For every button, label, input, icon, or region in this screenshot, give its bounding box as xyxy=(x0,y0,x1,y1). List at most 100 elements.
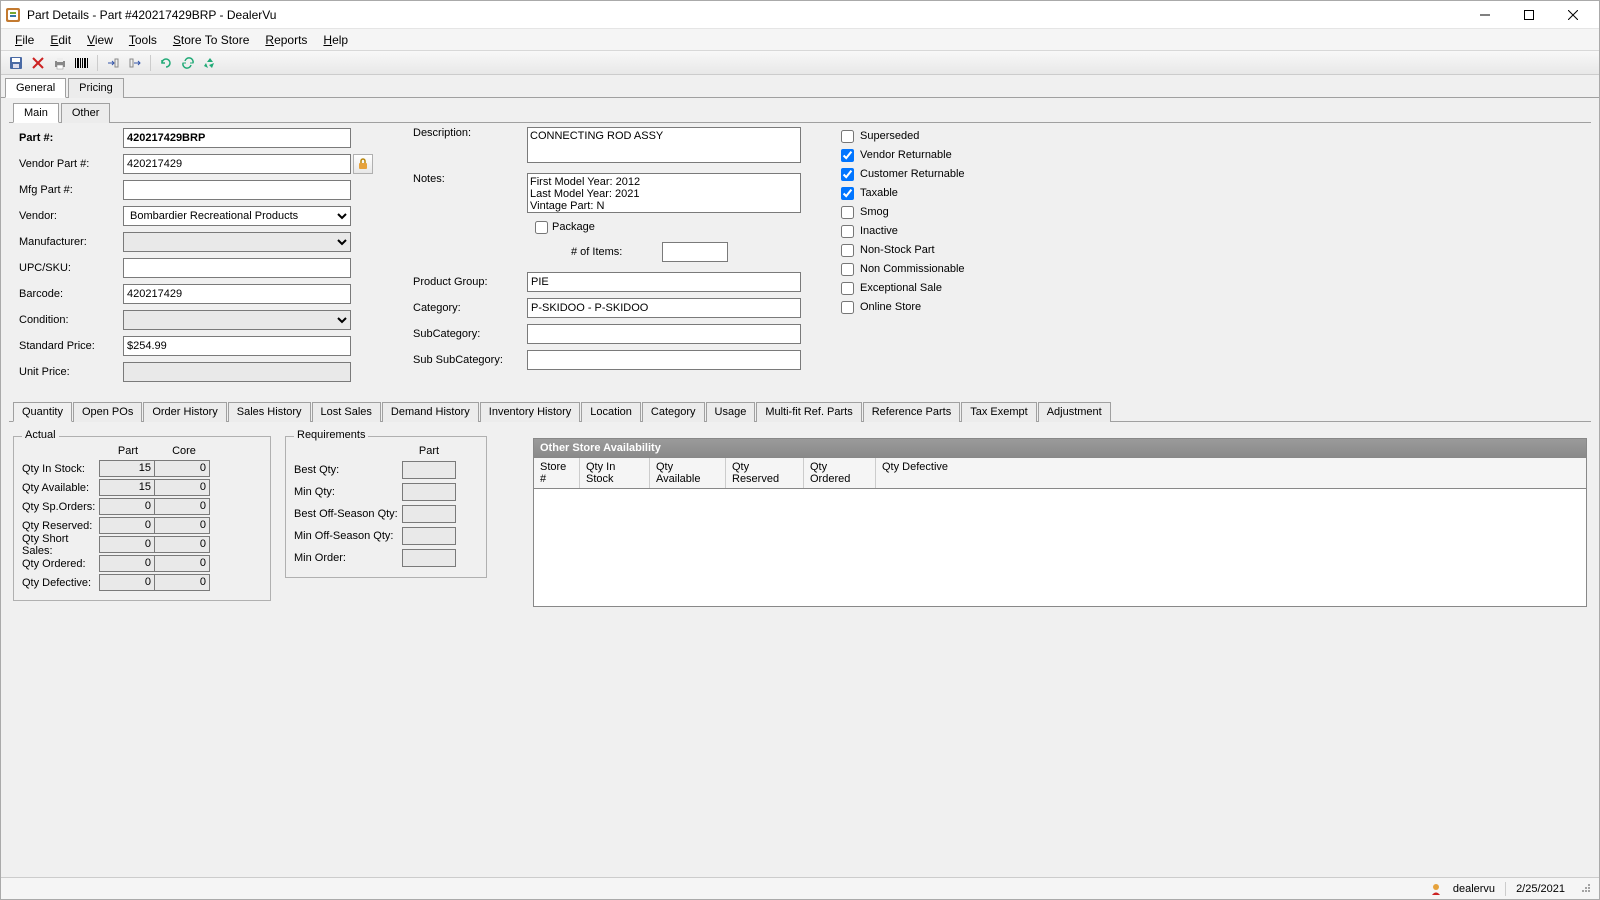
requirements-row: Min Order: xyxy=(294,547,478,569)
notes-input[interactable]: First Model Year: 2012 Last Model Year: … xyxy=(527,173,801,213)
req-value[interactable] xyxy=(402,483,456,501)
menu-store-to-store[interactable]: Store To Store xyxy=(165,31,258,49)
label-inactive: Inactive xyxy=(860,225,898,237)
unit-price-input[interactable] xyxy=(123,362,351,382)
nonstock-checkbox[interactable] xyxy=(841,244,854,257)
actual-head-part: Part xyxy=(100,445,156,459)
manufacturer-select[interactable] xyxy=(123,232,351,252)
menu-edit[interactable]: Edit xyxy=(42,31,79,49)
actual-row-label: Qty Ordered: xyxy=(22,558,100,570)
condition-select[interactable] xyxy=(123,310,351,330)
label-category: Category: xyxy=(413,302,527,314)
toolbar xyxy=(1,51,1599,75)
actual-row: Qty Defective:00 xyxy=(22,573,262,592)
req-value[interactable] xyxy=(402,461,456,479)
requirements-row: Best Qty: xyxy=(294,459,478,481)
lock-button[interactable] xyxy=(353,154,373,174)
package-checkbox[interactable] xyxy=(535,221,548,234)
customer-ret-checkbox[interactable] xyxy=(841,168,854,181)
subtab-multifit[interactable]: Multi-fit Ref. Parts xyxy=(756,402,861,422)
avail-col-defective[interactable]: Qty Defective xyxy=(876,458,1586,488)
label-part-no: Part #: xyxy=(19,132,123,144)
quantity-area: Actual Part Core Qty In Stock:150Qty Ava… xyxy=(9,422,1591,615)
app-icon xyxy=(5,7,21,23)
req-value[interactable] xyxy=(402,527,456,545)
tab-general[interactable]: General xyxy=(5,78,66,98)
subsubcategory-input[interactable] xyxy=(527,350,801,370)
subtab-sales-history[interactable]: Sales History xyxy=(228,402,311,422)
avail-col-reserved[interactable]: Qty Reserved xyxy=(726,458,804,488)
subtab-adjustment[interactable]: Adjustment xyxy=(1038,402,1111,422)
close-button[interactable] xyxy=(1551,1,1595,29)
tab-other[interactable]: Other xyxy=(61,103,111,123)
subtab-category[interactable]: Category xyxy=(642,402,705,422)
delete-icon[interactable] xyxy=(29,54,47,72)
avail-col-available[interactable]: Qty Available xyxy=(650,458,726,488)
req-label: Best Qty: xyxy=(294,464,402,476)
label-vendor-ret: Vendor Returnable xyxy=(860,149,952,161)
avail-col-instock[interactable]: Qty In Stock xyxy=(580,458,650,488)
subtab-lost-sales[interactable]: Lost Sales xyxy=(312,402,381,422)
tab-main[interactable]: Main xyxy=(13,103,59,123)
vendor-select[interactable]: Bombardier Recreational Products xyxy=(123,206,351,226)
actual-row: Qty Available:150 xyxy=(22,478,262,497)
subtab-usage[interactable]: Usage xyxy=(706,402,756,422)
req-value[interactable] xyxy=(402,549,456,567)
subtab-tax-exempt[interactable]: Tax Exempt xyxy=(961,402,1036,422)
online-checkbox[interactable] xyxy=(841,301,854,314)
save-icon[interactable] xyxy=(7,54,25,72)
barcode-icon[interactable] xyxy=(73,54,91,72)
subtab-inventory-history[interactable]: Inventory History xyxy=(480,402,581,422)
subcategory-input[interactable] xyxy=(527,324,801,344)
menu-help[interactable]: Help xyxy=(315,31,356,49)
statusbar: dealervu 2/25/2021 xyxy=(1,877,1599,899)
barcode-input[interactable] xyxy=(123,284,351,304)
noncomm-checkbox[interactable] xyxy=(841,263,854,276)
description-input[interactable]: CONNECTING ROD ASSY xyxy=(527,127,801,163)
availability-body xyxy=(533,489,1587,607)
std-price-input[interactable] xyxy=(123,336,351,356)
subtab-demand-history[interactable]: Demand History xyxy=(382,402,479,422)
requirements-legend: Requirements xyxy=(294,429,368,441)
subtab-order-history[interactable]: Order History xyxy=(143,402,226,422)
sub-tabs: Quantity Open POs Order History Sales Hi… xyxy=(9,397,1591,422)
subtab-reference-parts[interactable]: Reference Parts xyxy=(863,402,960,422)
menu-file[interactable]: File xyxy=(7,31,42,49)
actual-core-value: 0 xyxy=(154,517,210,534)
exceptional-checkbox[interactable] xyxy=(841,282,854,295)
req-value[interactable] xyxy=(402,505,456,523)
resize-grip-icon[interactable] xyxy=(1579,881,1591,896)
tab-pricing[interactable]: Pricing xyxy=(68,78,124,98)
upc-input[interactable] xyxy=(123,258,351,278)
superseded-checkbox[interactable] xyxy=(841,130,854,143)
recycle-icon[interactable] xyxy=(201,54,219,72)
minimize-button[interactable] xyxy=(1463,1,1507,29)
product-group-input[interactable] xyxy=(527,272,801,292)
refresh-icon[interactable] xyxy=(157,54,175,72)
vendor-ret-checkbox[interactable] xyxy=(841,149,854,162)
print-icon[interactable] xyxy=(51,54,69,72)
label-std-price: Standard Price: xyxy=(19,340,123,352)
subtab-quantity[interactable]: Quantity xyxy=(13,402,72,422)
num-items-input[interactable] xyxy=(662,242,728,262)
avail-col-store[interactable]: Store # xyxy=(534,458,580,488)
toolbar-separator xyxy=(150,55,151,71)
menu-view[interactable]: View xyxy=(79,31,121,49)
nav-in-icon[interactable] xyxy=(104,54,122,72)
sync-icon[interactable] xyxy=(179,54,197,72)
avail-col-ordered[interactable]: Qty Ordered xyxy=(804,458,876,488)
vendor-part-input[interactable] xyxy=(123,154,351,174)
actual-rows: Qty In Stock:150Qty Available:150Qty Sp.… xyxy=(22,459,262,592)
nav-out-icon[interactable] xyxy=(126,54,144,72)
subtab-open-pos[interactable]: Open POs xyxy=(73,402,142,422)
menu-tools[interactable]: Tools xyxy=(121,31,165,49)
maximize-button[interactable] xyxy=(1507,1,1551,29)
category-input[interactable] xyxy=(527,298,801,318)
taxable-checkbox[interactable] xyxy=(841,187,854,200)
inactive-checkbox[interactable] xyxy=(841,225,854,238)
mfg-part-input[interactable] xyxy=(123,180,351,200)
menu-reports[interactable]: Reports xyxy=(257,31,315,49)
subtab-location[interactable]: Location xyxy=(581,402,641,422)
smog-checkbox[interactable] xyxy=(841,206,854,219)
part-no-input[interactable] xyxy=(123,128,351,148)
